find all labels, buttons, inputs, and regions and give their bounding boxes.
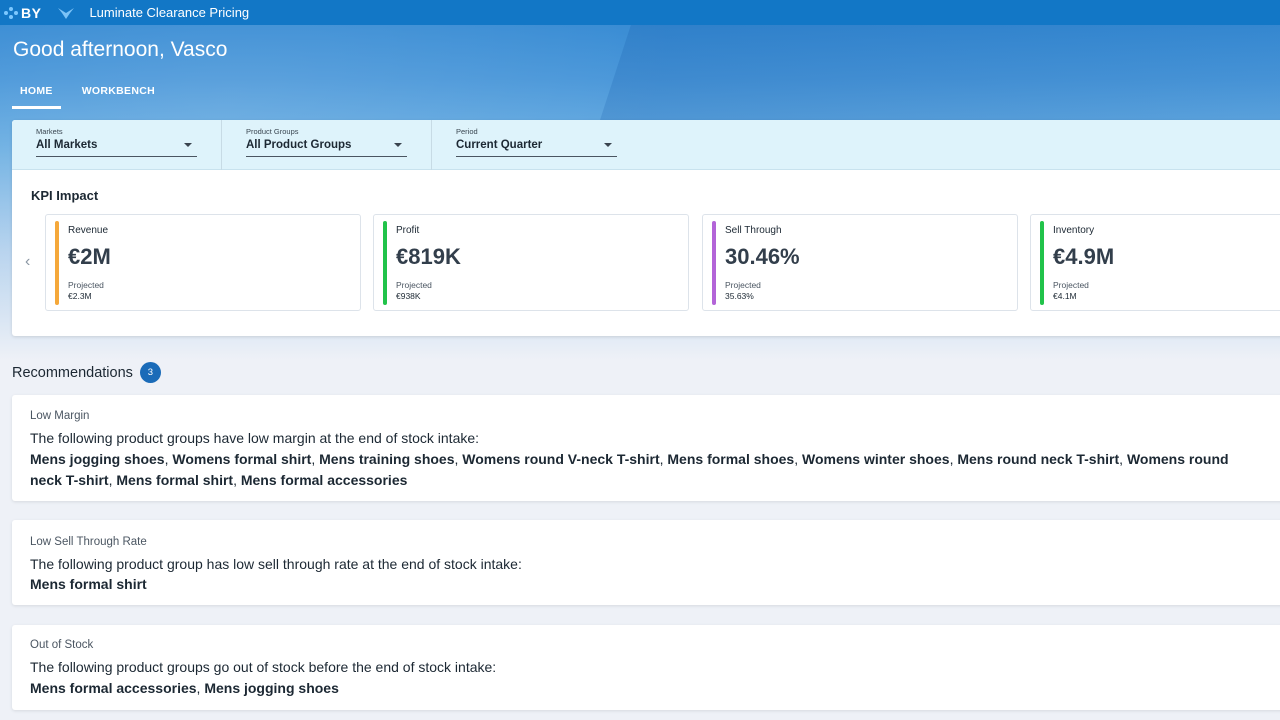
kpi-projected-value: €4.1M <box>1053 291 1077 301</box>
product-group-name: Womens round V-neck T-shirt <box>462 451 660 467</box>
recommendation-card-low-sell-through[interactable]: Low Sell Through Rate The following prod… <box>12 520 1280 605</box>
product-groups-label: Product Groups <box>246 127 299 136</box>
product-group-name: Mens jogging shoes <box>30 451 165 467</box>
kpi-projected-label: Projected <box>725 280 761 290</box>
recommendation-description: The following product groups go out of s… <box>30 659 497 675</box>
period-underline <box>456 156 617 157</box>
kpi-card-sell-through[interactable]: Sell Through 30.46% Projected 35.63% <box>702 214 1018 311</box>
kpi-color-bar <box>1040 221 1044 305</box>
recommendation-products: Mens jogging shoes, Womens formal shirt,… <box>30 451 1229 488</box>
period-select[interactable]: Period Current Quarter <box>432 120 642 170</box>
filter-bar: Markets All Markets Product Groups All P… <box>12 120 1280 170</box>
kpi-value: €2M <box>68 244 111 269</box>
product-groups-value: All Product Groups <box>246 139 352 151</box>
chevron-down-icon <box>184 143 192 147</box>
product-group-name: Mens formal accessories <box>30 680 197 696</box>
kpi-color-bar <box>712 221 716 305</box>
chevron-down-icon <box>604 143 612 147</box>
recommendation-description: The following product group has low sell… <box>30 556 522 572</box>
kpi-projected-label: Projected <box>1053 280 1089 290</box>
top-bar: BY Luminate Clearance Pricing <box>0 0 1280 25</box>
kpi-projected-value: €2.3M <box>68 291 92 301</box>
product-group-name: Mens formal accessories <box>240 472 408 488</box>
kpi-label: Revenue <box>68 225 109 236</box>
recommendation-label: Out of Stock <box>30 639 94 651</box>
product-group-name: Mens training shoes <box>319 451 455 467</box>
recommendations-title: Recommendations <box>12 364 133 381</box>
product-group-name: Mens formal shirt <box>116 472 234 488</box>
recommendation-label: Low Sell Through Rate <box>30 536 147 548</box>
kpi-card-profit[interactable]: Profit €819K Projected €938K <box>373 214 689 311</box>
product-group-name: Mens formal shoes <box>667 451 795 467</box>
markets-label: Markets <box>36 127 63 136</box>
chevron-down-icon <box>394 143 402 147</box>
logo-text: BY <box>21 4 42 21</box>
recommendation-label: Low Margin <box>30 410 90 422</box>
markets-underline <box>36 156 197 157</box>
recommendation-products: Mens formal shirt <box>30 574 1260 595</box>
kpi-color-bar <box>383 221 387 305</box>
recommendation-card-low-margin[interactable]: Low Margin The following product groups … <box>12 395 1280 501</box>
markets-value: All Markets <box>36 139 98 151</box>
product-groups-underline <box>246 156 407 157</box>
kpi-value: €819K <box>396 244 461 269</box>
kpi-section-title: KPI Impact <box>31 188 99 203</box>
kpi-projected-value: 35.63% <box>725 291 754 301</box>
kpi-value: €4.9M <box>1053 244 1115 269</box>
kpi-label: Profit <box>396 225 420 236</box>
period-value: Current Quarter <box>456 139 543 151</box>
tab-bar: HOME WORKBENCH <box>12 82 176 109</box>
kpi-color-bar <box>55 221 59 305</box>
kpi-card-revenue[interactable]: Revenue €2M Projected €2.3M <box>45 214 361 311</box>
kpi-projected-label: Projected <box>68 280 104 290</box>
by-logo-icon <box>4 6 18 19</box>
product-group-name: Mens jogging shoes <box>204 680 339 696</box>
recommendation-card-out-of-stock[interactable]: Out of Stock The following product group… <box>12 625 1280 710</box>
app-title: Luminate Clearance Pricing <box>89 5 250 20</box>
kpi-label: Inventory <box>1053 225 1095 236</box>
app-switcher-icon[interactable] <box>57 6 75 20</box>
product-group-name: Mens round neck T-shirt <box>957 451 1120 467</box>
kpi-projected-label: Projected <box>396 280 432 290</box>
recommendation-description: The following product groups have low ma… <box>30 430 480 446</box>
product-group-name: Womens formal shirt <box>172 451 312 467</box>
recommendations-count-badge: 3 <box>139 362 161 383</box>
greeting-title: Good afternoon, Vasco <box>13 38 228 61</box>
kpi-projected-value: €938K <box>396 291 421 301</box>
tab-workbench[interactable]: WORKBENCH <box>74 82 163 109</box>
kpi-label: Sell Through <box>725 225 782 236</box>
product-group-name: Mens formal shirt <box>30 576 147 592</box>
recommendations-header: Recommendations 3 <box>12 362 161 383</box>
tab-home[interactable]: HOME <box>12 82 61 109</box>
markets-select[interactable]: Markets All Markets <box>12 120 222 170</box>
product-group-name: Womens winter shoes <box>802 451 950 467</box>
kpi-value: 30.46% <box>725 244 800 269</box>
recommendation-products: Mens formal accessories, Mens jogging sh… <box>30 680 339 696</box>
chevron-left-icon[interactable]: ‹ <box>25 253 30 271</box>
kpi-card-inventory[interactable]: Inventory €4.9M Projected €4.1M <box>1030 214 1280 311</box>
kpi-panel: Markets All Markets Product Groups All P… <box>12 120 1280 336</box>
brand-logo[interactable]: BY <box>3 5 41 21</box>
product-groups-select[interactable]: Product Groups All Product Groups <box>222 120 432 170</box>
period-label: Period <box>456 127 478 136</box>
